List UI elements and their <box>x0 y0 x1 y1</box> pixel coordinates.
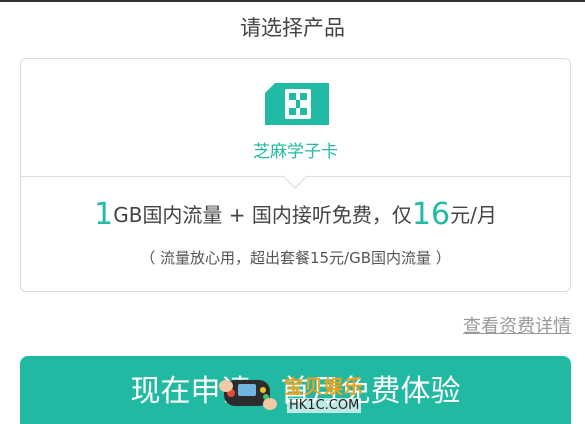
sim-card-icon <box>265 83 329 125</box>
watermark-text: 宝贝娱乐 <box>284 376 365 398</box>
price-unit: 元/月 <box>450 203 497 227</box>
data-amount: 1 <box>94 197 114 232</box>
offer-text: GB国内流量 + 国内接听免费，仅 <box>113 203 412 227</box>
page-title: 请选择产品 <box>240 16 345 40</box>
product-card[interactable]: 芝麻学子卡 1GB国内流量 + 国内接听免费，仅16元/月 （ 流量放心用，超出… <box>20 58 571 292</box>
offer-description: 1GB国内流量 + 国内接听免费，仅16元/月 <box>21 197 570 232</box>
view-pricing-details-link[interactable]: 查看资费详情 <box>463 312 571 338</box>
offer-note: （ 流量放心用，超出套餐15元/GB国内流量 ） <box>140 249 451 267</box>
top-divider <box>0 0 585 2</box>
price: 16 <box>411 197 451 232</box>
watermark-domain: HK1C.COM <box>287 398 362 413</box>
product-header: 芝麻学子卡 <box>21 59 570 176</box>
product-name: 芝麻学子卡 <box>253 142 338 162</box>
game-controller-watermark-icon <box>219 380 277 410</box>
